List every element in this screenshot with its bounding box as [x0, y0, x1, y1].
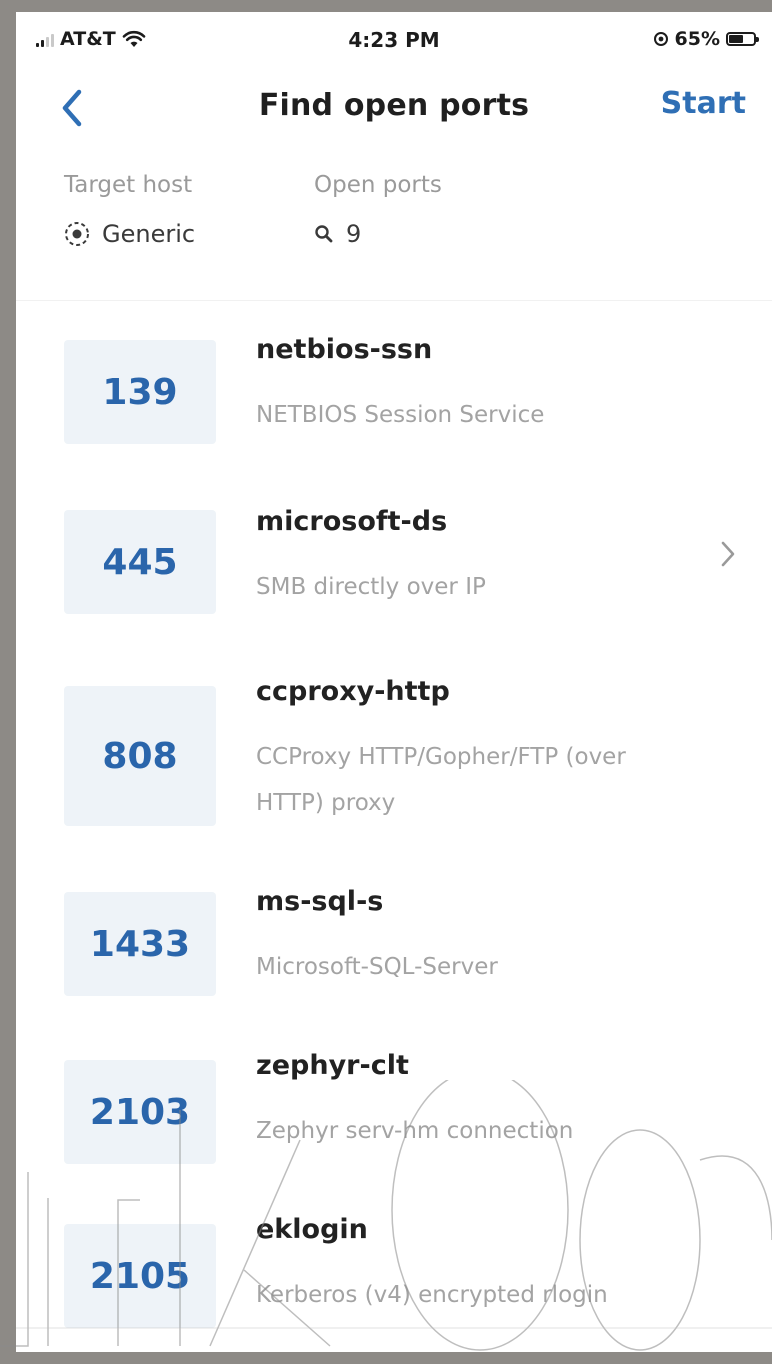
phone-screen: AT&T 4:23 PM 65% Find open ports Start T… — [16, 12, 772, 1352]
scan-summary: Target host Generic Open ports 9 — [16, 162, 772, 292]
open-ports-count: 9 — [346, 220, 362, 248]
service-description: Kerberos (v4) encrypted rlogin — [256, 1282, 608, 1308]
battery-percent: 65% — [674, 28, 720, 50]
divider — [16, 300, 772, 301]
open-ports-value-row: 9 — [314, 220, 442, 248]
status-right: 65% — [653, 28, 759, 50]
open-ports-label: Open ports — [314, 172, 442, 198]
start-button[interactable]: Start — [661, 86, 746, 121]
page-title: Find open ports — [258, 88, 530, 123]
service-description: CCProxy HTTP/Gopher/FTP (over HTTP) prox… — [256, 744, 626, 816]
photo-frame: AT&T 4:23 PM 65% Find open ports Start T… — [0, 0, 772, 1364]
service-name: microsoft-ds — [256, 506, 448, 537]
service-description: Microsoft-SQL-Server — [256, 954, 498, 980]
radio-target-icon — [65, 222, 89, 246]
service-description: Zephyr serv-hm connection — [256, 1118, 574, 1144]
target-host-value-row: Generic — [64, 220, 195, 248]
search-icon — [315, 225, 333, 243]
service-name: netbios-ssn — [256, 334, 433, 365]
port-number: 808 — [64, 686, 216, 826]
port-number: 139 — [64, 340, 216, 444]
target-host-value: Generic — [102, 220, 196, 248]
status-bar: AT&T 4:23 PM 65% — [16, 12, 772, 68]
port-number: 445 — [64, 510, 216, 614]
location-icon — [653, 32, 668, 46]
port-number: 1433 — [64, 892, 216, 996]
open-ports-section: Open ports 9 — [314, 172, 442, 248]
battery-icon — [726, 32, 759, 46]
service-name: ms-sql-s — [256, 886, 384, 917]
service-name: eklogin — [256, 1214, 368, 1245]
battery-fill — [729, 35, 743, 43]
nav-bar: Find open ports Start — [16, 68, 772, 158]
service-name: zephyr-clt — [256, 1050, 409, 1081]
service-name: ccproxy-http — [256, 676, 450, 707]
chevron-right-icon — [716, 538, 740, 570]
port-number: 2103 — [64, 1060, 216, 1164]
target-host-label: Target host — [64, 172, 193, 198]
port-number: 2105 — [64, 1224, 216, 1328]
target-host-section[interactable]: Target host Generic — [64, 172, 195, 248]
service-description: NETBIOS Session Service — [256, 402, 545, 428]
service-description: SMB directly over IP — [256, 574, 486, 600]
